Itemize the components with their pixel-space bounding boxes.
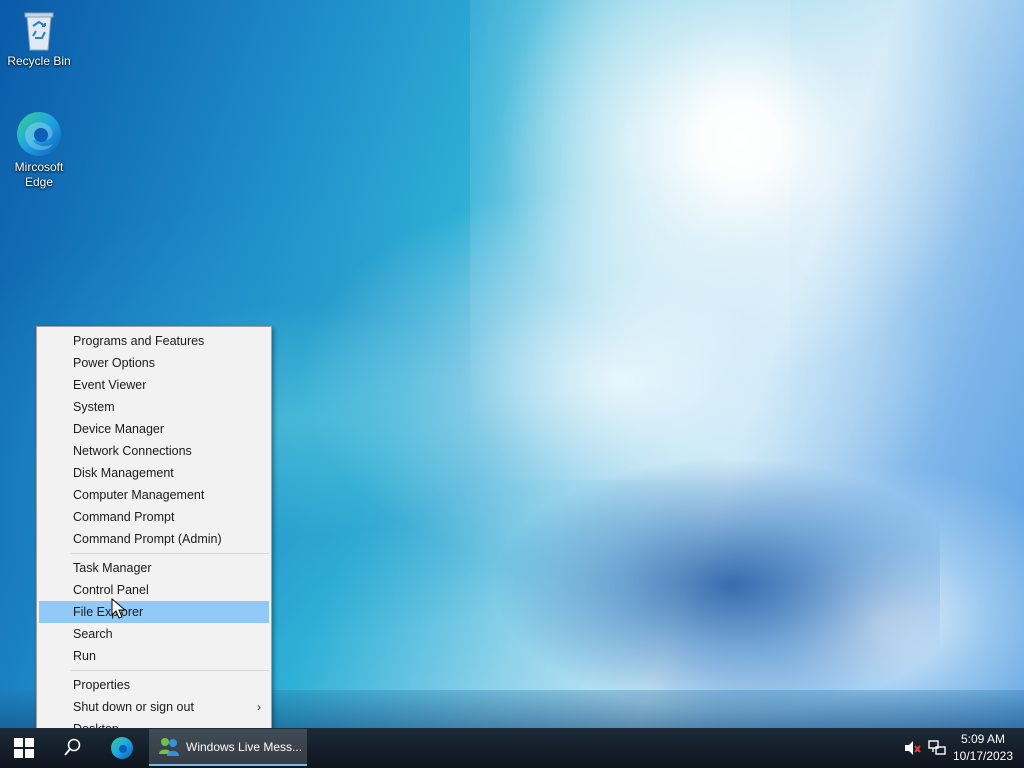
taskbar-clock[interactable]: 5:09 AM 10/17/2023 [948,731,1018,765]
tray-volume-button[interactable] [902,738,922,758]
menu-item-search[interactable]: Search [39,623,269,645]
menu-separator [71,553,269,554]
menu-item-shut-down-or-sign-out[interactable]: Shut down or sign out › [39,696,269,718]
recycle-bin-label: Recycle Bin [7,54,71,68]
menu-item-system[interactable]: System [39,396,269,418]
edge-icon [17,112,61,156]
menu-item-run[interactable]: Run [39,645,269,667]
volume-muted-icon [905,741,921,755]
desktop-icon-recycle-bin[interactable]: Recycle Bin [1,8,77,69]
menu-item-disk-management[interactable]: Disk Management [39,462,269,484]
menu-separator [71,670,269,671]
desktop-icon-edge[interactable]: Mircosoft Edge [1,110,77,190]
menu-item-computer-management[interactable]: Computer Management [39,484,269,506]
messenger-icon [159,738,179,756]
network-icon [928,740,946,755]
chevron-right-icon: › [257,700,261,714]
menu-item-event-viewer[interactable]: Event Viewer [39,374,269,396]
menu-item-properties[interactable]: Properties [39,674,269,696]
start-button[interactable] [0,728,48,768]
menu-item-command-prompt-admin[interactable]: Command Prompt (Admin) [39,528,269,550]
recycle-bin-icon [24,12,54,51]
windows-logo-icon [14,738,34,758]
edge-icon [111,737,133,759]
menu-item-control-panel[interactable]: Control Panel [39,579,269,601]
tray-network-button[interactable] [927,738,947,758]
menu-item-device-manager[interactable]: Device Manager [39,418,269,440]
mouse-cursor-icon [111,598,127,619]
menu-item-power-options[interactable]: Power Options [39,352,269,374]
menu-item-programs-and-features[interactable]: Programs and Features [39,330,269,352]
menu-item-network-connections[interactable]: Network Connections [39,440,269,462]
menu-item-task-manager[interactable]: Task Manager [39,557,269,579]
edge-label-line2: Edge [24,175,54,189]
wallpaper-spray [470,0,790,480]
edge-label-line1: Mircosoft [14,160,64,174]
taskbar-edge-button[interactable] [98,728,146,768]
clock-time: 5:09 AM [960,732,1006,746]
menu-item-file-explorer[interactable]: File Explorer [39,601,269,623]
clock-date: 10/17/2023 [952,749,1014,763]
menu-item-command-prompt[interactable]: Command Prompt [39,506,269,528]
taskbar-search-button[interactable] [48,728,96,768]
taskbar-app-label: Windows Live Mess... [186,740,303,754]
menu-item-label: Shut down or sign out [73,700,194,714]
search-icon [64,738,81,756]
winx-context-menu: Programs and Features Power Options Even… [36,326,272,742]
taskbar-app-windows-live-messenger[interactable]: Windows Live Mess... [149,729,307,766]
wallpaper-wave [420,420,940,720]
taskbar: Windows Live Mess... 5:09 AM 10/17/2023 [0,728,1024,768]
